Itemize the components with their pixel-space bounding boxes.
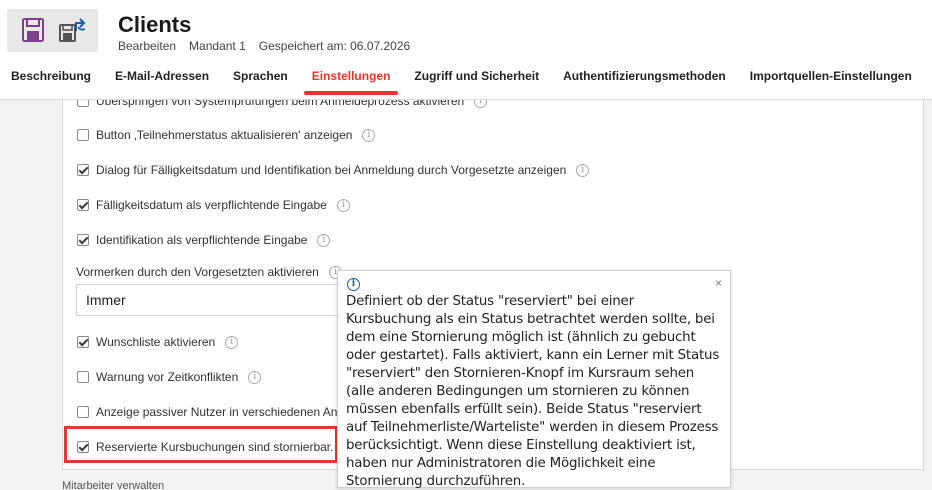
setting-row: Button ‚Teilnehmerstatus aktualisieren' …: [77, 128, 376, 142]
tab-importquellen[interactable]: Importquellen-Einstellungen: [738, 68, 924, 100]
checkbox[interactable]: [77, 406, 89, 418]
info-icon[interactable]: i: [576, 163, 590, 177]
setting-row: Wunschliste aktivieren i: [77, 335, 239, 349]
select-label: Vormerken durch den Vorgesetzten aktivie…: [76, 265, 319, 279]
checkbox[interactable]: [77, 199, 89, 211]
checkbox[interactable]: [77, 129, 89, 141]
info-icon[interactable]: i: [225, 335, 239, 349]
publish-icon[interactable]: [59, 17, 87, 48]
setting-label: Wunschliste aktivieren: [96, 335, 216, 349]
tab-beschreibung[interactable]: Beschreibung: [0, 68, 103, 100]
setting-label: Warnung vor Zeitkonflikten: [96, 370, 239, 384]
meta-client: Mandant 1: [189, 39, 246, 53]
info-tooltip: i × Definiert ob der Status "reserviert"…: [337, 270, 731, 489]
section-label: Mitarbeiter verwalten: [62, 480, 165, 490]
tab-sprachen[interactable]: Sprachen: [221, 68, 300, 100]
page-title: Clients: [118, 12, 192, 37]
tab-einstellungen[interactable]: Einstellungen: [300, 68, 403, 100]
tab-email-adressen[interactable]: E-Mail-Adressen: [103, 68, 221, 100]
info-icon: i: [347, 278, 360, 291]
checkbox[interactable]: [77, 164, 89, 176]
setting-label: Überspringen von Systemprüfungen beim An…: [96, 100, 465, 108]
tooltip-text: Definiert ob der Status "reserviert" bei…: [346, 294, 720, 489]
checkbox[interactable]: [77, 336, 89, 348]
setting-row: Warnung vor Zeitkonflikten i: [77, 370, 262, 384]
tab-zugriff-sicherheit[interactable]: Zugriff und Sicherheit: [402, 68, 551, 100]
tab-authentifizierungsmethoden[interactable]: Authentifizierungsmethoden: [551, 68, 738, 100]
vormerken-select[interactable]: Immer: [76, 284, 376, 316]
page-meta: Bearbeiten Mandant 1 Gespeichert am: 06.…: [118, 39, 410, 53]
select-label-row: Vormerken durch den Vorgesetzten aktivie…: [76, 265, 342, 279]
checkbox[interactable]: [77, 371, 89, 383]
meta-mode: Bearbeiten: [118, 39, 177, 53]
setting-label: Identifikation als verpflichtende Eingab…: [96, 233, 308, 247]
setting-label: Button ‚Teilnehmerstatus aktualisieren' …: [96, 128, 353, 142]
header: Clients Bearbeiten Mandant 1 Gespeichert…: [0, 0, 932, 100]
info-icon[interactable]: i: [474, 100, 488, 108]
setting-label: Fälligkeitsdatum als verpflichtende Eing…: [96, 198, 327, 212]
setting-row: Identifikation als verpflichtende Eingab…: [77, 233, 331, 247]
close-icon[interactable]: ×: [715, 276, 722, 290]
setting-row: Fälligkeitsdatum als verpflichtende Eing…: [77, 198, 350, 212]
save-icon[interactable]: [22, 18, 44, 47]
setting-row: Überspringen von Systemprüfungen beim An…: [77, 100, 488, 108]
meta-saved: Gespeichert am: 06.07.2026: [258, 39, 411, 53]
setting-row: Dialog für Fälligkeitsdatum und Identifi…: [77, 163, 590, 177]
setting-label: Anzeige passiver Nutzer in verschiedenen…: [96, 405, 338, 419]
info-icon[interactable]: i: [317, 233, 331, 247]
highlight-box: [64, 426, 338, 463]
info-icon[interactable]: i: [336, 198, 350, 212]
toolbar-icon-group: [7, 9, 98, 52]
tab-bar: Beschreibung E-Mail-Adressen Sprachen Ei…: [0, 68, 924, 100]
setting-label: Dialog für Fälligkeitsdatum und Identifi…: [96, 163, 567, 177]
info-icon[interactable]: i: [248, 370, 262, 384]
checkbox[interactable]: [77, 234, 89, 246]
checkbox[interactable]: [77, 100, 89, 107]
info-icon[interactable]: i: [362, 128, 376, 142]
setting-row: Anzeige passiver Nutzer in verschiedenen…: [77, 405, 337, 419]
